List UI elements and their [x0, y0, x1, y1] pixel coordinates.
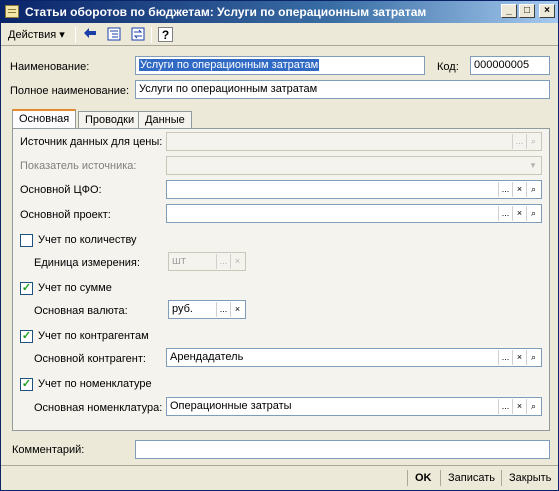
tab-postings[interactable]: Проводки: [78, 111, 142, 129]
toolbar-separator: [151, 27, 152, 43]
qty-check-label: Учет по количеству: [38, 234, 137, 246]
close-window-button[interactable]: ×: [539, 4, 555, 18]
select-button[interactable]: ...: [512, 134, 526, 149]
open-icon[interactable]: ⌕: [526, 182, 540, 197]
toolbar-separator: [75, 27, 76, 43]
open-icon[interactable]: ⌕: [526, 206, 540, 221]
code-label: Код:: [437, 61, 459, 73]
help-icon[interactable]: ?: [158, 27, 173, 42]
qty-checkbox[interactable]: ✓: [20, 234, 33, 247]
clear-icon[interactable]: ×: [512, 399, 526, 414]
actions-menu-button[interactable]: Действия ▾: [5, 27, 68, 43]
cfo-input[interactable]: ... × ⌕: [166, 180, 542, 199]
sum-check-label: Учет по сумме: [38, 282, 112, 294]
contractor-label: Основной контрагент:: [34, 353, 146, 365]
clear-icon[interactable]: ×: [512, 206, 526, 221]
tab-data[interactable]: Данные: [138, 111, 192, 129]
select-button[interactable]: ...: [216, 254, 230, 269]
comment-label: Комментарий:: [12, 444, 85, 456]
select-button[interactable]: ...: [498, 182, 512, 197]
source-indicator-select[interactable]: ▾: [166, 156, 542, 175]
currency-label: Основная валюта:: [34, 305, 128, 317]
currency-input[interactable]: руб. ... ×: [168, 300, 246, 319]
swap-icon[interactable]: [129, 27, 146, 43]
open-icon[interactable]: ⌕: [526, 350, 540, 365]
dropdown-icon[interactable]: ▾: [526, 158, 540, 173]
contractor-check-label: Учет по контрагентам: [38, 330, 149, 342]
divider: [501, 470, 502, 486]
comment-input[interactable]: [135, 440, 550, 459]
button-bar: OK Записать Закрыть: [1, 465, 558, 490]
select-button[interactable]: ...: [498, 399, 512, 414]
nomenclature-input[interactable]: Операционные затраты ... × ⌕: [166, 397, 542, 416]
open-icon[interactable]: ⌕: [526, 134, 540, 149]
save-button[interactable]: Записать: [448, 472, 495, 484]
price-source-input[interactable]: ... ⌕: [166, 132, 542, 151]
minimize-button[interactable]: _: [501, 4, 517, 18]
select-button[interactable]: ...: [498, 206, 512, 221]
clear-icon[interactable]: ×: [512, 182, 526, 197]
open-icon[interactable]: ⌕: [526, 399, 540, 414]
toolbar: Действия ▾ ?: [1, 24, 558, 46]
structure-icon[interactable]: [105, 27, 122, 43]
select-button[interactable]: ...: [216, 302, 230, 317]
code-input[interactable]: 000000005: [470, 56, 550, 75]
clear-icon[interactable]: ×: [230, 302, 244, 317]
source-indicator-label: Показатель источника:: [20, 160, 137, 172]
title-bar[interactable]: Статьи оборотов по бюджетам: Услуги по о…: [1, 1, 558, 23]
maximize-button[interactable]: □: [519, 4, 535, 18]
cfo-label: Основной ЦФО:: [20, 184, 102, 196]
nomenclature-check-label: Учет по номенклатуре: [38, 378, 152, 390]
contractor-checkbox[interactable]: ✓: [20, 330, 33, 343]
name-label: Наименование:: [10, 61, 90, 73]
ok-button[interactable]: OK: [415, 472, 432, 484]
unit-label: Единица измерения:: [34, 257, 140, 269]
name-input[interactable]: Услуги по операционным затратам: [135, 56, 425, 75]
contractor-input[interactable]: Арендадатель ... × ⌕: [166, 348, 542, 367]
divider: [407, 470, 408, 486]
unit-input[interactable]: шт ... ×: [168, 252, 246, 271]
clear-icon[interactable]: ×: [230, 254, 244, 269]
window-title: Статьи оборотов по бюджетам: Услуги по о…: [25, 5, 427, 19]
document-icon: [5, 5, 19, 18]
select-button[interactable]: ...: [498, 350, 512, 365]
full-name-label: Полное наименование:: [10, 85, 130, 97]
form-window: Статьи оборотов по бюджетам: Услуги по о…: [0, 0, 559, 491]
project-label: Основной проект:: [20, 209, 111, 221]
clear-icon[interactable]: ×: [512, 350, 526, 365]
tab-main[interactable]: Основная: [12, 109, 77, 130]
nomenclature-checkbox[interactable]: ✓: [20, 378, 33, 391]
go-back-icon[interactable]: [81, 27, 98, 43]
sum-checkbox[interactable]: ✓: [20, 282, 33, 295]
close-button[interactable]: Закрыть: [509, 472, 551, 484]
price-source-label: Источник данных для цены:: [20, 136, 163, 148]
nomenclature-label: Основная номенклатура:: [34, 402, 163, 414]
full-name-input[interactable]: Услуги по операционным затратам: [135, 80, 550, 99]
project-input[interactable]: ... × ⌕: [166, 204, 542, 223]
divider: [440, 470, 441, 486]
